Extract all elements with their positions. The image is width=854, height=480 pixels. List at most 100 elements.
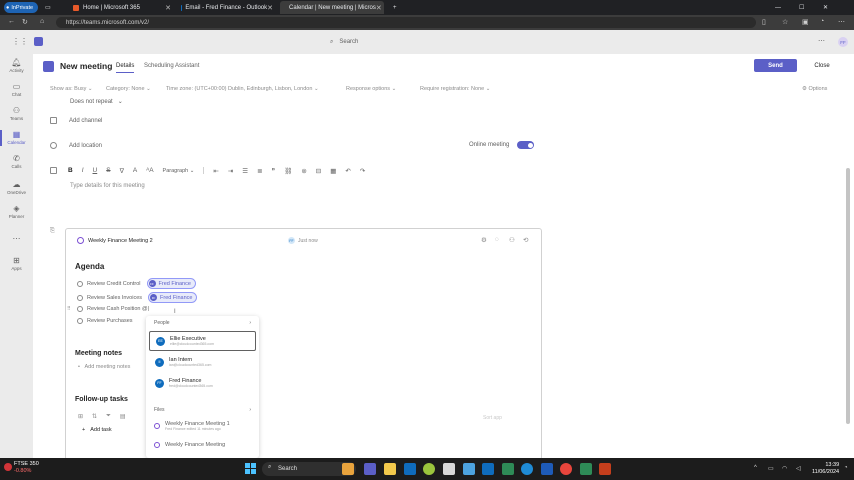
drag-handle-icon[interactable]: ⠿ xyxy=(67,306,71,312)
repeat-dropdown[interactable]: Does not repeat ⌄ xyxy=(70,98,123,105)
avatar[interactable]: FF xyxy=(838,37,848,47)
person-suggestion[interactable]: II Ian Intern ian@cloudcounted365.com xyxy=(149,352,256,372)
tab-details[interactable]: Details xyxy=(116,63,135,73)
comment-icon[interactable]: ◌ xyxy=(495,236,499,243)
agenda-item[interactable]: Review Sales Invoices FF Fred Finance xyxy=(77,292,198,303)
person-suggestion[interactable]: EE Ellie Executive ellie@cloudcounted365.… xyxy=(149,331,256,351)
tray-chevron-icon[interactable]: ^ xyxy=(754,465,757,471)
bullet-list-icon[interactable]: ☰ xyxy=(242,167,248,175)
add-task-button[interactable]: + Add task xyxy=(82,427,112,433)
scrollbar[interactable] xyxy=(846,168,850,424)
filter-icon[interactable]: ⏷ xyxy=(106,413,111,420)
browser-tab-home[interactable]: Home | Microsoft 365 ✕ xyxy=(68,1,176,14)
registration-dropdown[interactable]: Require registration: None ⌄ xyxy=(420,86,490,92)
powerpoint-app-icon[interactable] xyxy=(599,463,611,475)
online-meeting-toggle[interactable] xyxy=(517,141,534,149)
response-options-dropdown[interactable]: Response options ⌄ xyxy=(346,86,396,92)
numbered-list-icon[interactable]: ≣ xyxy=(257,167,262,175)
mention-chip[interactable]: FF Fred Finance xyxy=(146,278,196,289)
split-screen-icon[interactable]: ▯ xyxy=(762,18,766,26)
people-icon[interactable]: ⚇ xyxy=(509,236,515,244)
details-editor[interactable]: Type details for this meeting xyxy=(70,183,145,189)
close-tab-icon[interactable]: ✕ xyxy=(376,4,382,12)
close-tab-icon[interactable]: ✕ xyxy=(267,4,273,12)
checkbox-circle[interactable] xyxy=(77,280,83,287)
time-zone-dropdown[interactable]: Time zone: (UTC+00:00) Dublin, Edinburgh… xyxy=(166,86,319,92)
table-icon[interactable]: ▦ xyxy=(330,167,336,175)
word-app-icon[interactable] xyxy=(541,463,553,475)
outdent-icon[interactable]: ⇤ xyxy=(213,167,218,175)
clock[interactable]: 13:39 11/06/2024 xyxy=(812,462,839,476)
rail-apps[interactable]: ⊞ Apps xyxy=(0,256,33,271)
app-launcher-icon[interactable]: ⋮⋮ xyxy=(12,37,28,46)
chrome-app-icon[interactable] xyxy=(560,463,572,475)
bold-icon[interactable]: B xyxy=(68,167,73,174)
windows-start-icon[interactable] xyxy=(245,463,256,474)
rail-teams[interactable]: ⚇ Teams xyxy=(0,106,33,121)
agenda-item[interactable]: Review Credit Control FF Fred Finance xyxy=(77,278,196,289)
maximize-icon[interactable]: ☐ xyxy=(794,1,809,14)
grid-icon[interactable]: ⊞ xyxy=(78,413,83,420)
undo-icon[interactable]: ↶ xyxy=(345,167,350,175)
inprivate-badge[interactable]: ● InPrivate xyxy=(4,2,39,13)
profile-icon[interactable]: ◔ xyxy=(820,18,824,25)
add-channel-row[interactable]: Add channel xyxy=(50,117,102,124)
close-window-icon[interactable]: ✕ xyxy=(818,1,833,14)
view-icon[interactable]: ▤ xyxy=(120,413,126,420)
app-icon[interactable] xyxy=(423,463,435,475)
stock-ticker[interactable]: FTSE 350 -0.80% xyxy=(14,461,39,475)
notes-input[interactable]: • Add meeting notes xyxy=(78,364,130,370)
indent-icon[interactable]: ⇥ xyxy=(228,167,233,175)
file-explorer-icon[interactable] xyxy=(384,463,396,475)
rail-calls[interactable]: ✆ Calls xyxy=(0,154,33,169)
agenda-item[interactable]: Review Purchases xyxy=(77,318,133,324)
checkbox-circle[interactable] xyxy=(77,306,83,312)
browser-tab-outlook[interactable]: Email - Fred Finance - Outlook ✕ xyxy=(176,1,278,14)
checkbox-circle[interactable] xyxy=(77,294,83,301)
search-input[interactable]: ⌕ Search xyxy=(325,35,525,49)
font-size-icon[interactable]: ᴬA xyxy=(146,167,153,174)
link-icon[interactable]: ⛓ xyxy=(284,167,292,175)
collections-icon[interactable]: ▣ xyxy=(802,18,809,26)
horizontal-rule-icon[interactable]: ⊟ xyxy=(316,167,321,175)
back-icon[interactable]: ← xyxy=(8,18,15,25)
wifi-icon[interactable]: ◠ xyxy=(782,465,787,472)
battery-icon[interactable]: ▭ xyxy=(768,465,774,472)
rail-more[interactable]: ⋯ xyxy=(0,234,33,243)
options-button[interactable]: ⚙ Options xyxy=(802,86,827,92)
favorites-icon[interactable]: ☆ xyxy=(782,18,788,26)
tab-actions-icon[interactable]: ▭ xyxy=(40,1,52,14)
file-suggestion[interactable]: Weekly Finance Meeting xyxy=(154,442,225,448)
file-suggestion[interactable]: Weekly Finance Meeting 1 Fred Finance edi… xyxy=(154,421,230,431)
rail-chat[interactable]: ▭ Chat xyxy=(0,82,33,97)
refresh-icon[interactable]: ↻ xyxy=(22,18,28,26)
tab-scheduling-assistant[interactable]: Scheduling Assistant xyxy=(144,63,199,69)
url-field[interactable]: https://teams.microsoft.com/v2/ xyxy=(56,17,756,28)
rail-onedrive[interactable]: ☁ OneDrive xyxy=(0,180,33,195)
strikethrough-icon[interactable]: S xyxy=(106,167,110,174)
chevron-right-icon[interactable]: › xyxy=(249,320,251,326)
share-icon[interactable]: ⚙ xyxy=(481,236,487,244)
send-button[interactable]: Send xyxy=(754,59,797,72)
mention-chip[interactable]: FF Fred Finance xyxy=(148,292,198,303)
loop-component-icon[interactable]: ⊚ xyxy=(301,167,306,175)
person-suggestion[interactable]: FF Fred Finance fred@cloudcounted365.com xyxy=(149,373,256,393)
sort-icon[interactable]: ⇅ xyxy=(92,413,97,420)
more-icon[interactable]: ⋯ xyxy=(838,18,845,26)
teams-app-icon[interactable] xyxy=(364,463,376,475)
paragraph-dropdown[interactable]: Paragraph ⌄ xyxy=(163,168,195,174)
rail-calendar[interactable]: ▦ Calendar xyxy=(0,130,33,146)
chevron-right-icon[interactable]: › xyxy=(249,407,251,413)
excel-app-icon[interactable] xyxy=(502,463,514,475)
quote-icon[interactable]: ❞ xyxy=(272,167,276,175)
highlight-icon[interactable]: ∇ xyxy=(120,167,124,175)
volume-icon[interactable]: ◁ xyxy=(796,465,801,472)
app-icon[interactable] xyxy=(580,463,592,475)
redo-icon[interactable]: ↷ xyxy=(360,167,365,175)
underline-icon[interactable]: U xyxy=(93,167,98,174)
new-tab-button[interactable]: + xyxy=(388,1,402,14)
rail-activity[interactable]: 🔔︎ Activity xyxy=(0,58,33,73)
minimize-icon[interactable]: — xyxy=(770,1,786,14)
close-tab-icon[interactable]: ✕ xyxy=(165,4,171,12)
notification-icon[interactable]: ◔ xyxy=(844,465,848,471)
